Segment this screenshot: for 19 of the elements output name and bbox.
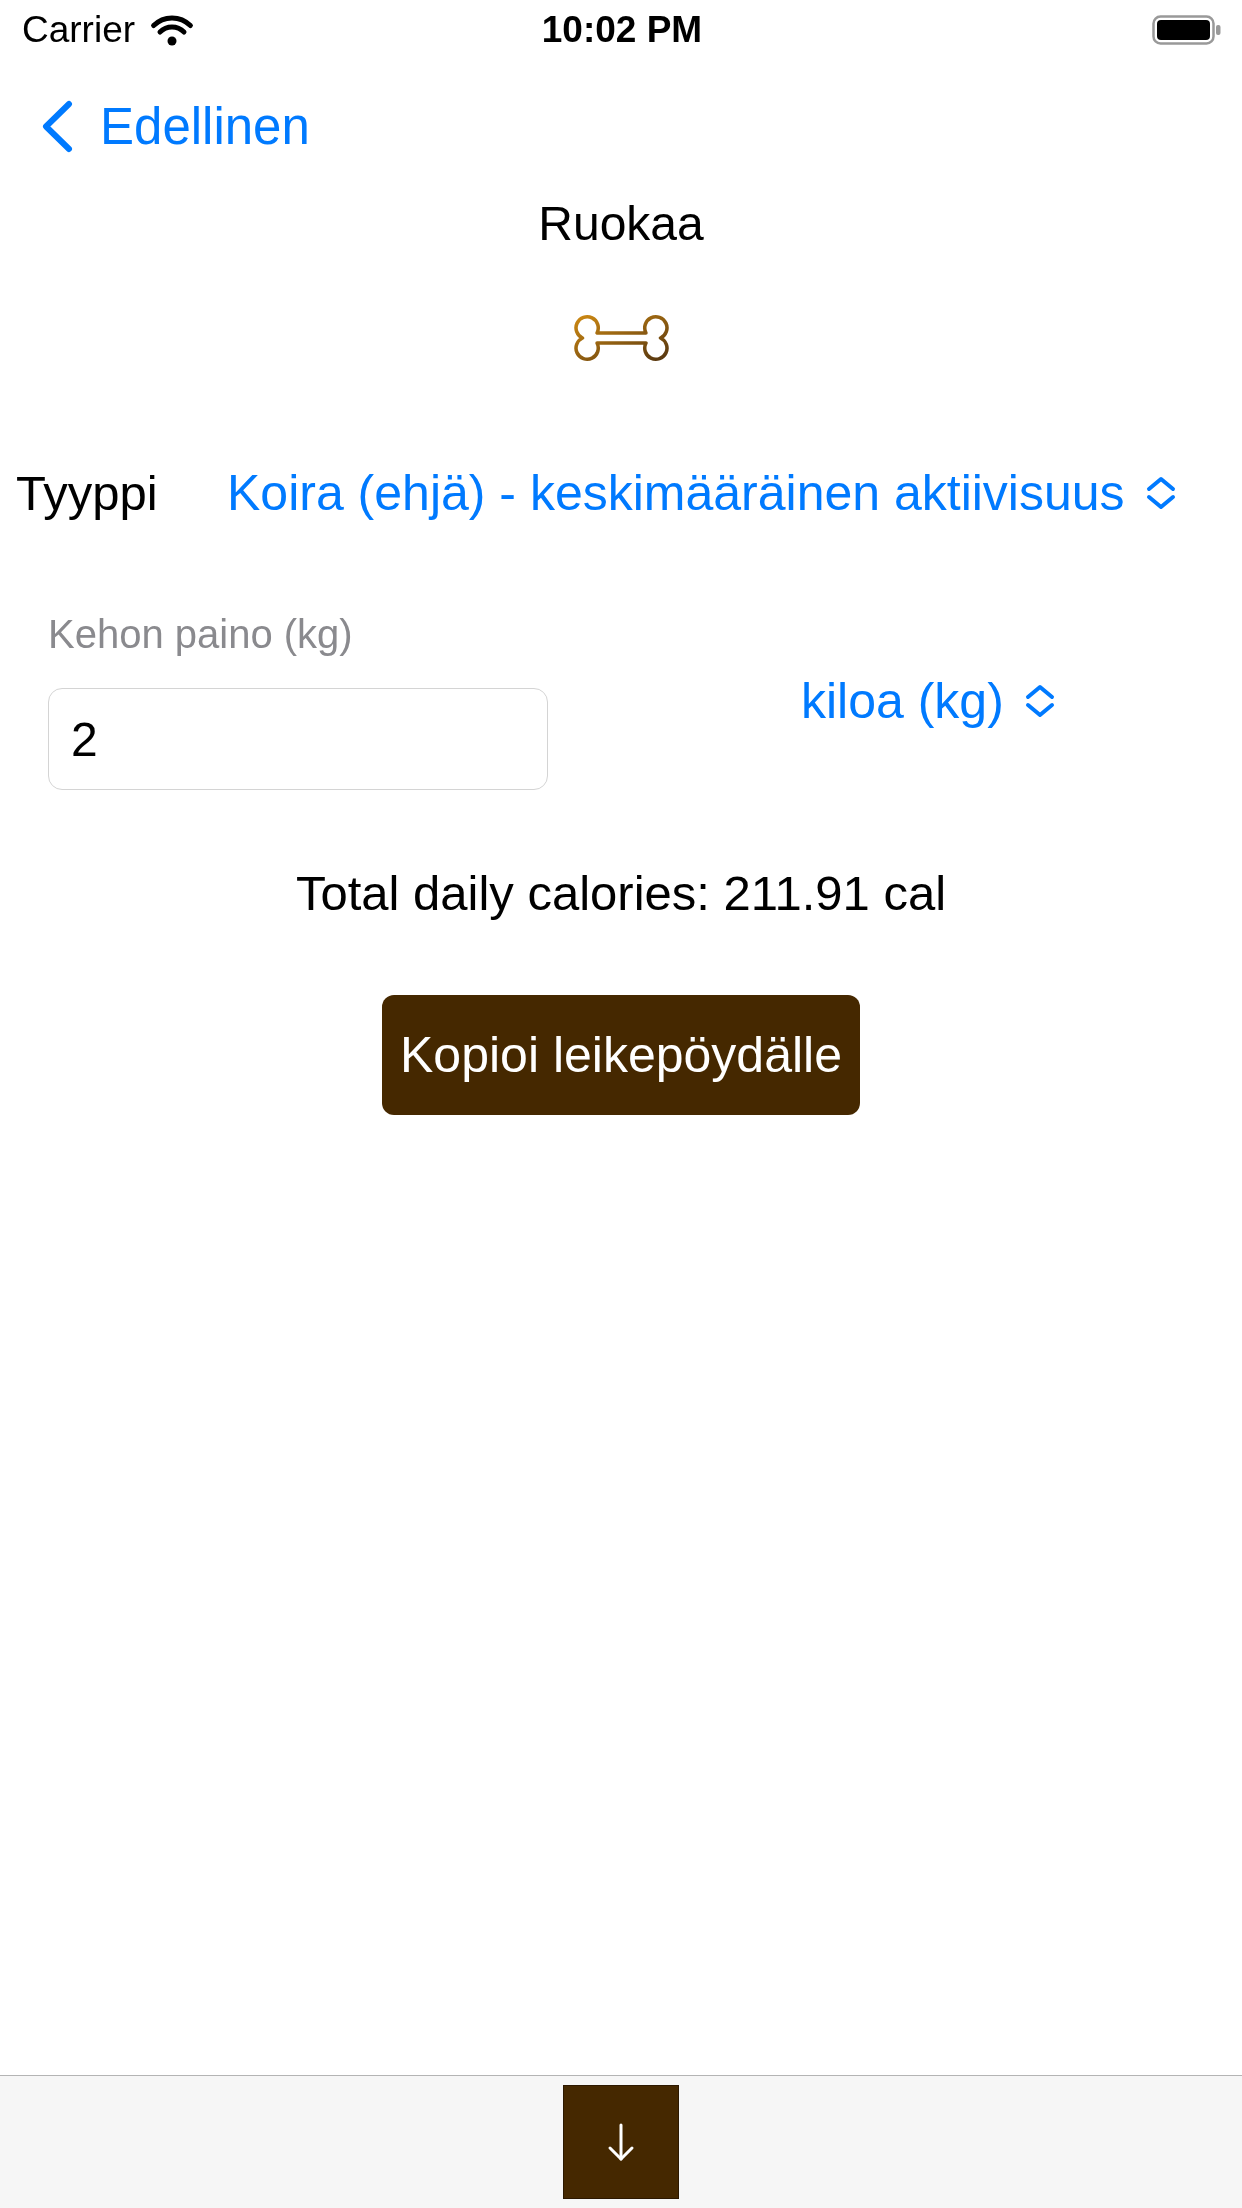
page-title: Ruokaa (538, 196, 704, 252)
wifi-icon (150, 13, 195, 47)
copy-button[interactable]: Kopioi leikepöydälle (382, 995, 860, 1115)
down-arrow-button[interactable] (563, 2085, 679, 2199)
battery-icon (1152, 15, 1222, 45)
weight-input[interactable]: 2 (48, 688, 548, 790)
status-time: 10:02 PM (541, 9, 703, 51)
type-label: Tyyppi (16, 465, 159, 521)
total-calories: Total daily calories: 211.91 cal (295, 865, 947, 922)
up-down-chevron-icon (1023, 684, 1056, 718)
type-picker[interactable]: Koira (ehjä) - keskimääräinen aktiivisuus (227, 464, 1177, 522)
arrow-down-icon (606, 2122, 636, 2162)
back-button[interactable]: Edellinen (40, 96, 310, 156)
carrier-label: Carrier (22, 9, 136, 51)
up-down-chevron-icon (1144, 476, 1177, 510)
unit-picker[interactable]: kiloa (kg) (801, 671, 1056, 731)
weight-label: Kehon paino (kg) (48, 614, 353, 654)
bone-icon (573, 314, 669, 362)
chevron-left-icon (40, 99, 74, 153)
